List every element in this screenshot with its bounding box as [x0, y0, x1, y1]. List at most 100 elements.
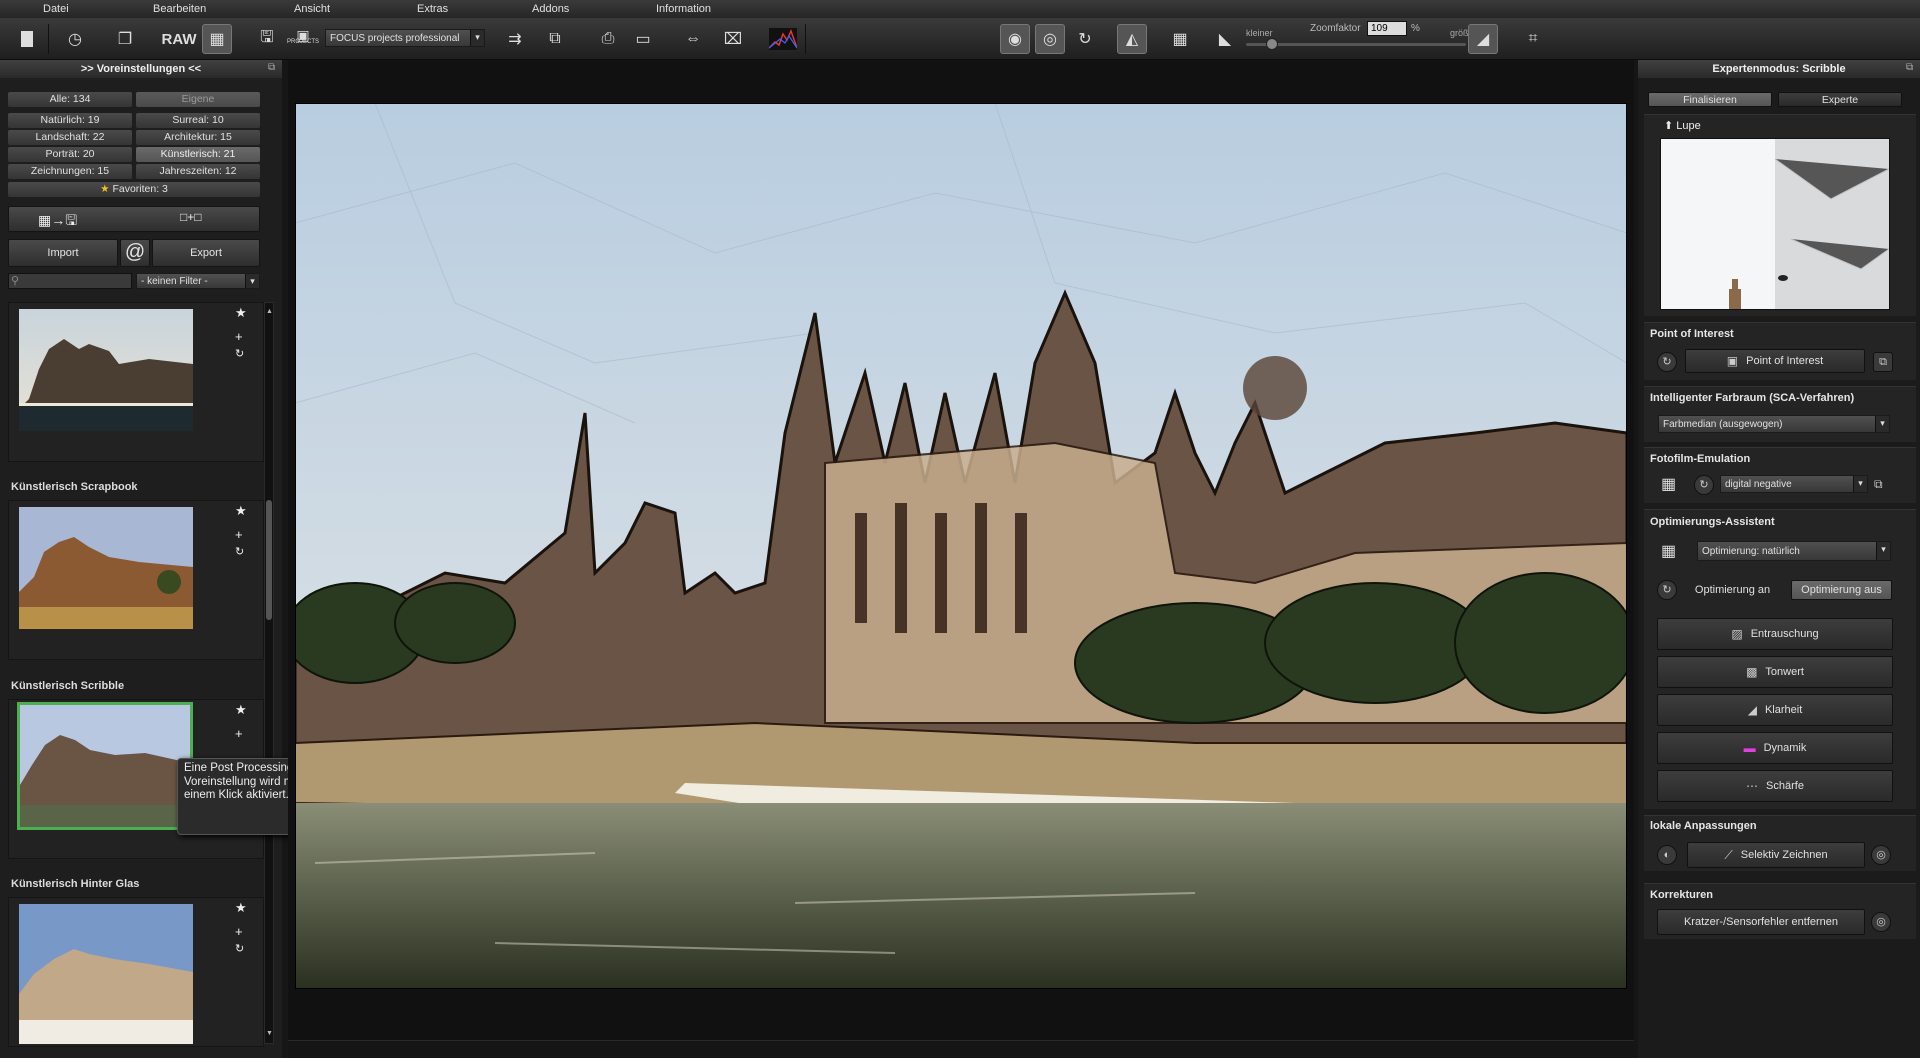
- category-architecture[interactable]: Architektur: 15: [136, 130, 260, 145]
- category-favorites[interactable]: ★ Favoriten: 3: [8, 182, 260, 197]
- poi-button[interactable]: ▣ Point of Interest: [1685, 349, 1865, 373]
- category-surreal[interactable]: Surreal: 10: [136, 113, 260, 128]
- undock-icon[interactable]: ⧉: [268, 62, 275, 73]
- export-share-icon[interactable]: ⇉: [500, 24, 530, 54]
- sharpness-button[interactable]: ⋯ Schärfe: [1657, 770, 1893, 802]
- refresh-preset-icon[interactable]: ↻: [235, 347, 244, 360]
- scroll-down-icon[interactable]: ▼: [266, 1030, 273, 1037]
- rotate-icon[interactable]: ↻: [1070, 24, 1100, 54]
- favorite-star-icon[interactable]: ★: [235, 702, 247, 718]
- loupe-preview[interactable]: [1660, 138, 1890, 310]
- category-own[interactable]: Eigene: [136, 92, 260, 107]
- opt-grid-icon[interactable]: ▦: [1661, 541, 1676, 561]
- film-grid-icon[interactable]: ▦: [1661, 474, 1676, 494]
- loupe-header[interactable]: ⬆ Lupe: [1664, 119, 1701, 132]
- preset-item[interactable]: Künstlerisch Scrapbook ★ + ↻: [8, 481, 264, 660]
- grid-to-save-icon[interactable]: ▦→🖫: [38, 210, 77, 234]
- fullscreen-icon[interactable]: ▭: [628, 24, 658, 54]
- undock-icon[interactable]: ⧉: [1906, 62, 1913, 73]
- optimization-on-button[interactable]: Optimierung an: [1685, 580, 1780, 600]
- zoom-slider-handle[interactable]: [1266, 38, 1278, 50]
- crop-icon[interactable]: ⌧: [718, 24, 748, 54]
- sca-combo[interactable]: Farbmedian (ausgewogen) ▾: [1658, 415, 1890, 433]
- history-icon[interactable]: ◷: [60, 24, 90, 54]
- favorite-star-icon[interactable]: ★: [235, 305, 247, 321]
- refresh-icon[interactable]: ↻: [1657, 580, 1677, 600]
- contrast-toggle-icon[interactable]: ◐: [1657, 845, 1677, 865]
- projects-button[interactable]: ▣ PROJECTS: [287, 24, 319, 54]
- batch-icon[interactable]: ▦: [202, 24, 232, 54]
- zoom-in-icon[interactable]: ◢: [1468, 24, 1498, 54]
- category-natural[interactable]: Natürlich: 19: [8, 113, 132, 128]
- menu-information[interactable]: Information: [656, 3, 711, 15]
- preset-scrollbar[interactable]: [264, 302, 274, 1044]
- scroll-up-icon[interactable]: ▲: [266, 308, 273, 315]
- grid-icon[interactable]: ▦: [1165, 24, 1195, 54]
- selective-draw-button[interactable]: ⟋ Selektiv Zeichnen: [1687, 842, 1865, 868]
- email-button[interactable]: @: [120, 239, 150, 267]
- clarity-button[interactable]: ◢ Klarheit: [1657, 694, 1893, 726]
- dynamics-button[interactable]: ▬ Dynamik: [1657, 732, 1893, 764]
- remove-scratches-button[interactable]: Kratzer-/Sensorfehler entfernen: [1657, 909, 1865, 935]
- add-preset-icon[interactable]: +: [235, 527, 243, 542]
- menu-extras[interactable]: Extras: [417, 3, 448, 15]
- favorite-star-icon[interactable]: ★: [235, 503, 247, 519]
- add-preset-icon[interactable]: +: [235, 924, 243, 939]
- print-icon[interactable]: ⎙: [593, 24, 623, 54]
- tab-finalize[interactable]: Finalisieren: [1648, 92, 1772, 107]
- main-photo[interactable]: [284, 102, 1636, 990]
- menu-addons[interactable]: Addons: [532, 3, 569, 15]
- preset-item[interactable]: ★ + ↻: [8, 302, 264, 462]
- settings-circle-icon[interactable]: ◎: [1871, 912, 1891, 932]
- new-file-icon[interactable]: [12, 24, 42, 54]
- menu-datei[interactable]: Datei: [43, 3, 69, 15]
- scrollbar-thumb[interactable]: [266, 500, 272, 620]
- menu-bearbeiten[interactable]: Bearbeiten: [153, 3, 206, 15]
- compare-icon[interactable]: ❐: [110, 24, 140, 54]
- category-drawings[interactable]: Zeichnungen: 15: [8, 164, 132, 179]
- crop-tool-icon[interactable]: ⌗: [1518, 24, 1548, 54]
- raw-button[interactable]: RAW: [161, 24, 197, 54]
- film-combo[interactable]: digital negative ▾: [1720, 475, 1868, 493]
- split-view-icon[interactable]: ◎: [1035, 24, 1065, 54]
- menu-bar: Datei Bearbeiten Ansicht Extras Addons I…: [0, 0, 1920, 18]
- resize-icon[interactable]: ⇔: [678, 24, 708, 54]
- zoom-slider[interactable]: [1246, 43, 1466, 46]
- histogram-icon[interactable]: [768, 24, 798, 54]
- refresh-icon[interactable]: ↻: [1657, 352, 1677, 372]
- refresh-icon[interactable]: ↻: [1694, 475, 1714, 495]
- category-portrait[interactable]: Porträt: 20: [8, 147, 132, 162]
- project-combo[interactable]: FOCUS projects professional ▾: [325, 29, 485, 47]
- combine-presets-icon[interactable]: □+□: [180, 210, 202, 224]
- preset-search-input[interactable]: [8, 273, 132, 289]
- refresh-preset-icon[interactable]: ↻: [235, 545, 244, 558]
- refresh-preset-icon[interactable]: ↻: [235, 942, 244, 955]
- preview-eye-icon[interactable]: ◉: [1000, 24, 1030, 54]
- filter-combo[interactable]: - keinen Filter - ▾: [136, 273, 260, 289]
- settings-circle-icon[interactable]: ◎: [1871, 845, 1891, 865]
- save-icon[interactable]: 🖫: [252, 24, 282, 54]
- category-all[interactable]: Alle: 134: [8, 92, 132, 107]
- preset-label: Künstlerisch Scrapbook: [11, 481, 138, 493]
- zoom-out-icon[interactable]: ◣: [1210, 24, 1240, 54]
- preset-item[interactable]: Künstlerisch Hinter Glas ★ + ↻: [8, 878, 264, 1047]
- film-settings-icon[interactable]: ⧉: [1874, 477, 1883, 492]
- optimization-off-button[interactable]: Optimierung aus: [1791, 580, 1892, 600]
- menu-ansicht[interactable]: Ansicht: [294, 3, 330, 15]
- layers-icon[interactable]: ⧉: [540, 24, 570, 54]
- poi-settings-icon[interactable]: ⧉: [1873, 352, 1893, 372]
- tonality-button[interactable]: ▩ Tonwert: [1657, 656, 1893, 688]
- category-seasons[interactable]: Jahreszeiten: 12: [136, 164, 260, 179]
- add-preset-icon[interactable]: +: [235, 726, 243, 741]
- zoom-factor-input[interactable]: [1367, 21, 1407, 36]
- opt-combo[interactable]: Optimierung: natürlich ▾: [1697, 541, 1891, 561]
- mirror-icon[interactable]: ◭: [1117, 24, 1147, 54]
- denoise-button[interactable]: ▨ Entrauschung: [1657, 618, 1893, 650]
- add-preset-icon[interactable]: +: [235, 329, 243, 344]
- export-button[interactable]: Export: [152, 239, 260, 267]
- import-button[interactable]: Import: [8, 239, 118, 267]
- tab-expert[interactable]: Experte: [1778, 92, 1902, 107]
- favorite-star-icon[interactable]: ★: [235, 900, 247, 916]
- category-artistic[interactable]: Künstlerisch: 21: [136, 147, 260, 162]
- category-landscape[interactable]: Landschaft: 22: [8, 130, 132, 145]
